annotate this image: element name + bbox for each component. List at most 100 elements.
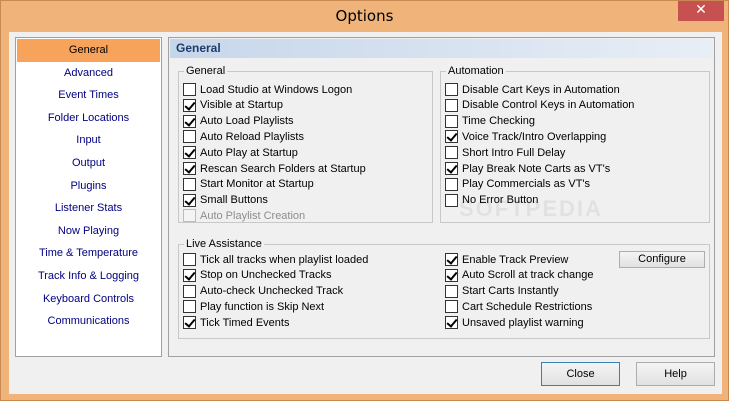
checkbox[interactable]	[445, 114, 458, 128]
sidebar-item-keyboard-controls[interactable]: Keyboard Controls	[16, 288, 161, 311]
checkbox-label: Start Monitor at Startup	[200, 178, 314, 191]
checkbox-label: Voice Track/Intro Overlapping	[462, 130, 607, 143]
close-button[interactable]: Close	[541, 362, 620, 386]
checkbox[interactable]	[445, 98, 458, 112]
checkbox[interactable]	[445, 162, 458, 175]
checkbox-label: No Error Button	[462, 194, 539, 207]
checkbox-label: Small Buttons	[200, 194, 268, 207]
checkbox[interactable]	[183, 268, 196, 282]
sidebar-item-input[interactable]: Input	[16, 129, 161, 152]
option-disable-cart-keys-in-automation[interactable]: Disable Cart Keys in Automation	[445, 82, 620, 97]
checkbox[interactable]	[445, 193, 458, 207]
checkbox-label: Play function is Skip Next	[200, 300, 325, 313]
checkbox[interactable]	[183, 177, 196, 191]
sidebar-item-output[interactable]: Output	[16, 152, 161, 175]
checkbox[interactable]	[445, 130, 458, 144]
checkbox[interactable]	[183, 114, 196, 128]
checkbox[interactable]	[183, 300, 196, 314]
checkbox[interactable]	[183, 284, 196, 298]
sidebar-item-event-times[interactable]: Event Times	[16, 84, 161, 107]
checkbox[interactable]	[445, 146, 458, 160]
option-visible-at-startup[interactable]: Visible at Startup	[183, 98, 283, 113]
checkbox[interactable]	[183, 83, 196, 96]
checkbox-label: Visible at Startup	[200, 99, 283, 112]
sidebar-item-folder-locations[interactable]: Folder Locations	[16, 107, 161, 130]
close-icon: ✕	[695, 2, 707, 18]
checkbox-label: Auto Play at Startup	[200, 146, 298, 159]
sidebar-item-track-info-logging[interactable]: Track Info & Logging	[16, 265, 161, 288]
option-play-function-is-skip-next[interactable]: Play function is Skip Next	[183, 299, 324, 314]
option-load-studio-at-windows-logon[interactable]: Load Studio at Windows Logon	[183, 82, 352, 97]
checkbox[interactable]	[183, 316, 196, 330]
checkbox[interactable]	[183, 146, 196, 160]
option-start-monitor-at-startup[interactable]: Start Monitor at Startup	[183, 177, 314, 192]
option-start-carts-instantly[interactable]: Start Carts Instantly	[445, 284, 559, 299]
help-button[interactable]: Help	[636, 362, 715, 386]
checkbox-label: Cart Schedule Restrictions	[462, 300, 593, 313]
automation-group: Automation Disable Cart Keys in Automati…	[440, 65, 710, 223]
sidebar-item-general[interactable]: General	[17, 39, 160, 62]
sidebar-item-communications[interactable]: Communications	[16, 310, 161, 333]
option-auto-playlist-creation: Auto Playlist Creation	[183, 208, 305, 223]
option-auto-scroll-at-track-change[interactable]: Auto Scroll at track change	[445, 268, 593, 283]
checkbox-label: Auto Playlist Creation	[200, 209, 306, 222]
option-small-buttons[interactable]: Small Buttons	[183, 193, 268, 208]
checkbox[interactable]	[183, 253, 196, 266]
checkbox[interactable]	[445, 177, 458, 191]
checkbox[interactable]	[445, 316, 458, 330]
checkbox-label: Tick all tracks when playlist loaded	[200, 253, 369, 266]
checkbox[interactable]	[445, 284, 458, 298]
automation-group-legend: Automation	[446, 65, 506, 77]
dialog-client-area: General Advanced Event Times Folder Locatio…	[9, 32, 722, 394]
option-time-checking[interactable]: Time Checking	[445, 114, 535, 129]
option-tick-all-tracks-when-playlist-loaded[interactable]: Tick all tracks when playlist loaded	[183, 252, 368, 267]
option-auto-load-playlists[interactable]: Auto Load Playlists	[183, 114, 294, 129]
option-auto-check-unchecked-track[interactable]: Auto-check Unchecked Track	[183, 284, 343, 299]
checkbox[interactable]	[445, 300, 458, 314]
checkbox-label: Time Checking	[462, 115, 535, 128]
window-title: Options	[335, 7, 394, 25]
general-panel: General SOFTPEDIA General Load Studio at…	[168, 37, 715, 357]
checkbox[interactable]	[183, 162, 196, 175]
option-voice-track-intro-overlapping[interactable]: Voice Track/Intro Overlapping	[445, 129, 606, 144]
option-rescan-search-folders-at-startup[interactable]: Rescan Search Folders at Startup	[183, 161, 366, 176]
live-assistance-group: Live Assistance Tick all tracks when pla…	[178, 238, 710, 339]
option-unsaved-playlist-warning[interactable]: Unsaved playlist warning	[445, 315, 584, 330]
option-enable-track-preview[interactable]: Enable Track Preview	[445, 252, 568, 267]
option-stop-on-unchecked-tracks[interactable]: Stop on Unchecked Tracks	[183, 268, 331, 283]
option-play-break-note-carts-as-vt-s[interactable]: Play Break Note Carts as VT's	[445, 161, 610, 176]
checkbox-label: Auto Load Playlists	[200, 115, 294, 128]
option-disable-control-keys-in-automation[interactable]: Disable Control Keys in Automation	[445, 98, 634, 113]
option-no-error-button[interactable]: No Error Button	[445, 193, 538, 208]
option-short-intro-full-delay[interactable]: Short Intro Full Delay	[445, 145, 565, 160]
checkbox-label: Start Carts Instantly	[462, 285, 559, 298]
live-assistance-group-legend: Live Assistance	[184, 238, 264, 250]
checkbox[interactable]	[445, 268, 458, 282]
configure-button[interactable]: Configure	[619, 251, 705, 268]
option-auto-play-at-startup[interactable]: Auto Play at Startup	[183, 145, 298, 160]
checkbox[interactable]	[445, 253, 458, 266]
checkbox[interactable]	[183, 98, 196, 112]
sidebar-item-now-playing[interactable]: Now Playing	[16, 220, 161, 243]
checkbox[interactable]	[183, 130, 196, 144]
checkbox-label: Rescan Search Folders at Startup	[200, 162, 366, 175]
checkbox-label: Play Commercials as VT's	[462, 178, 591, 191]
title-bar[interactable]: Options ✕	[1, 1, 728, 32]
option-tick-timed-events[interactable]: Tick Timed Events	[183, 315, 289, 330]
sidebar-item-plugins[interactable]: Plugins	[16, 175, 161, 198]
sidebar-item-time-temperature[interactable]: Time & Temperature	[16, 242, 161, 265]
general-group-legend: General	[184, 65, 228, 77]
checkbox-label: Tick Timed Events	[200, 316, 290, 329]
checkbox-label: Auto-check Unchecked Track	[200, 285, 344, 298]
sidebar-item-advanced[interactable]: Advanced	[16, 62, 161, 85]
option-play-commercials-as-vt-s[interactable]: Play Commercials as VT's	[445, 177, 590, 192]
option-cart-schedule-restrictions[interactable]: Cart Schedule Restrictions	[445, 299, 592, 314]
checkbox[interactable]	[445, 83, 458, 96]
checkbox-label: Load Studio at Windows Logon	[200, 83, 353, 96]
option-auto-reload-playlists[interactable]: Auto Reload Playlists	[183, 129, 304, 144]
options-window: Options ✕ General Advanced Event Times Fold…	[0, 0, 729, 401]
sidebar-item-listener-stats[interactable]: Listener Stats	[16, 197, 161, 220]
checkbox[interactable]	[183, 193, 196, 207]
close-window-button[interactable]: ✕	[678, 1, 724, 21]
panel-header: General	[170, 39, 713, 58]
